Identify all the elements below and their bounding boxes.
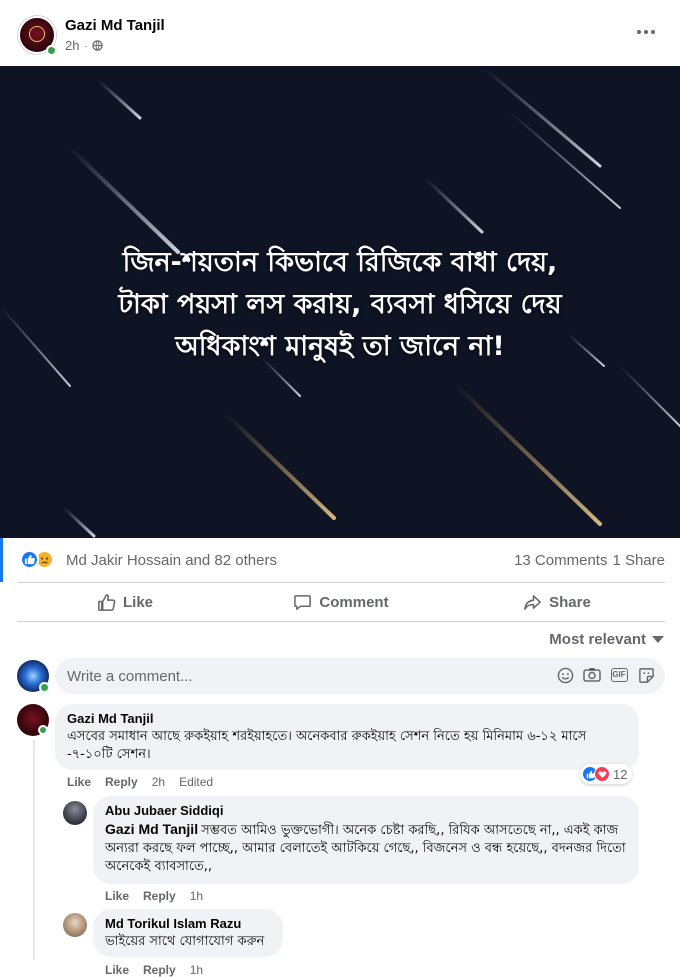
comment-sort-dropdown[interactable]: Most relevant xyxy=(549,631,664,648)
comment-edited-label: Edited xyxy=(179,775,214,789)
comment-text: ভাইয়ের সাথে যোগাযোগ করুন xyxy=(105,934,265,949)
reactions-summary: Md Jakir Hossain and 82 others 13 Commen… xyxy=(0,538,680,582)
comments-count[interactable]: 13 Comments xyxy=(514,552,607,569)
comment-actions: Like Reply 2h Edited xyxy=(67,775,213,789)
comment-reaction-count: 12 xyxy=(613,766,628,782)
shares-count[interactable]: 1 Share xyxy=(612,552,665,569)
online-status-dot xyxy=(46,45,57,56)
globe-icon xyxy=(92,40,104,51)
comment-author[interactable]: Gazi Md Tanjil xyxy=(67,711,627,726)
engagement-counts: 13 Comments 1 Share xyxy=(514,552,665,569)
comment-button[interactable]: Comment xyxy=(233,583,449,621)
camera-icon[interactable] xyxy=(583,666,601,684)
caption-line-1: জিন-শয়তান কিভাবে রিজিকে বাধা দেয়, xyxy=(122,247,558,278)
comment-bubble: Abu Jubaer Siddiqi Gazi Md Tanjil সম্ভবত … xyxy=(93,796,639,884)
comment-actions: Like Reply 1h xyxy=(105,963,203,977)
online-status-dot xyxy=(39,682,50,693)
comment-icon xyxy=(294,594,312,610)
comment-author[interactable]: Md Torikul Islam Razu xyxy=(105,916,271,931)
reactors-summary[interactable]: Md Jakir Hossain and 82 others xyxy=(66,552,277,569)
comment-reply-button[interactable]: Reply xyxy=(105,775,138,789)
reply-thread-line xyxy=(33,740,35,960)
caption-line-3: অধিকাংশ মানুষই তা জানে না! xyxy=(175,331,505,362)
post-action-bar: Like Comment Share xyxy=(17,582,665,622)
comment-time[interactable]: 1h xyxy=(190,889,203,903)
post-image[interactable]: জিন-শয়তান কিভাবে রিজিকে বাধা দেয়, টাকা… xyxy=(0,66,680,538)
comment-reply-button[interactable]: Reply xyxy=(143,963,176,977)
comment-like-button[interactable]: Like xyxy=(105,963,129,977)
comment-mention[interactable]: Gazi Md Tanjil xyxy=(105,821,198,837)
commenter-avatar[interactable] xyxy=(63,801,87,825)
love-icon xyxy=(594,766,610,782)
comment-reactions[interactable]: 12 xyxy=(580,764,633,784)
emoji-icon[interactable] xyxy=(556,666,574,684)
comment-bubble: Gazi Md Tanjil এসবের সমাধান আছে রুকইয়াহ… xyxy=(55,704,639,770)
sort-label: Most relevant xyxy=(549,631,646,648)
image-caption: জিন-শয়তান কিভাবে রিজিকে বাধা দেয়, টাকা… xyxy=(40,242,640,368)
thumbs-up-icon xyxy=(98,593,116,611)
like-button-label: Like xyxy=(122,593,153,611)
comment-time[interactable]: 1h xyxy=(190,963,203,977)
comment-text: Gazi Md Tanjil সম্ভবত আমিও ভুক্তভোগী। অনে… xyxy=(105,820,627,876)
commenter-avatar[interactable] xyxy=(63,913,87,937)
composer-tools: GIF xyxy=(556,666,655,684)
comment-author[interactable]: Abu Jubaer Siddiqi xyxy=(105,803,627,818)
like-button[interactable]: Like xyxy=(17,583,233,621)
comment-button-label: Comment xyxy=(319,593,389,611)
reaction-icons[interactable] xyxy=(20,550,60,570)
comment-text: এসবের সমাধান আছে রুকইয়াহ শরইয়াহতে। অনে… xyxy=(67,729,587,762)
comment-like-button[interactable]: Like xyxy=(67,775,91,789)
like-icon xyxy=(20,550,39,569)
comment-bubble: Md Torikul Islam Razu ভাইয়ের সাথে যোগায… xyxy=(93,909,283,957)
share-button-label: Share xyxy=(549,593,591,611)
share-button[interactable]: Share xyxy=(449,583,665,621)
gif-icon[interactable]: GIF xyxy=(610,666,628,684)
post-author-name[interactable]: Gazi Md Tanjil xyxy=(65,17,165,34)
caption-line-2: টাকা পয়সা লস করায়, ব্যবসা ধসিয়ে দেয় xyxy=(118,289,562,320)
comment-time[interactable]: 2h xyxy=(152,775,165,789)
comment-actions: Like Reply 1h xyxy=(105,889,203,903)
comment-like-button[interactable]: Like xyxy=(105,889,129,903)
comment-reply-button[interactable]: Reply xyxy=(143,889,176,903)
post-meta: 2h · xyxy=(65,38,104,53)
post-header: Gazi Md Tanjil 2h · xyxy=(0,0,680,66)
sticker-icon[interactable] xyxy=(637,666,655,684)
more-options-icon[interactable] xyxy=(632,22,660,42)
share-icon xyxy=(524,594,542,610)
caret-down-icon xyxy=(652,636,664,643)
comment-composer: GIF xyxy=(17,658,665,696)
post-time[interactable]: 2h xyxy=(65,38,79,53)
online-status-dot xyxy=(38,725,48,735)
